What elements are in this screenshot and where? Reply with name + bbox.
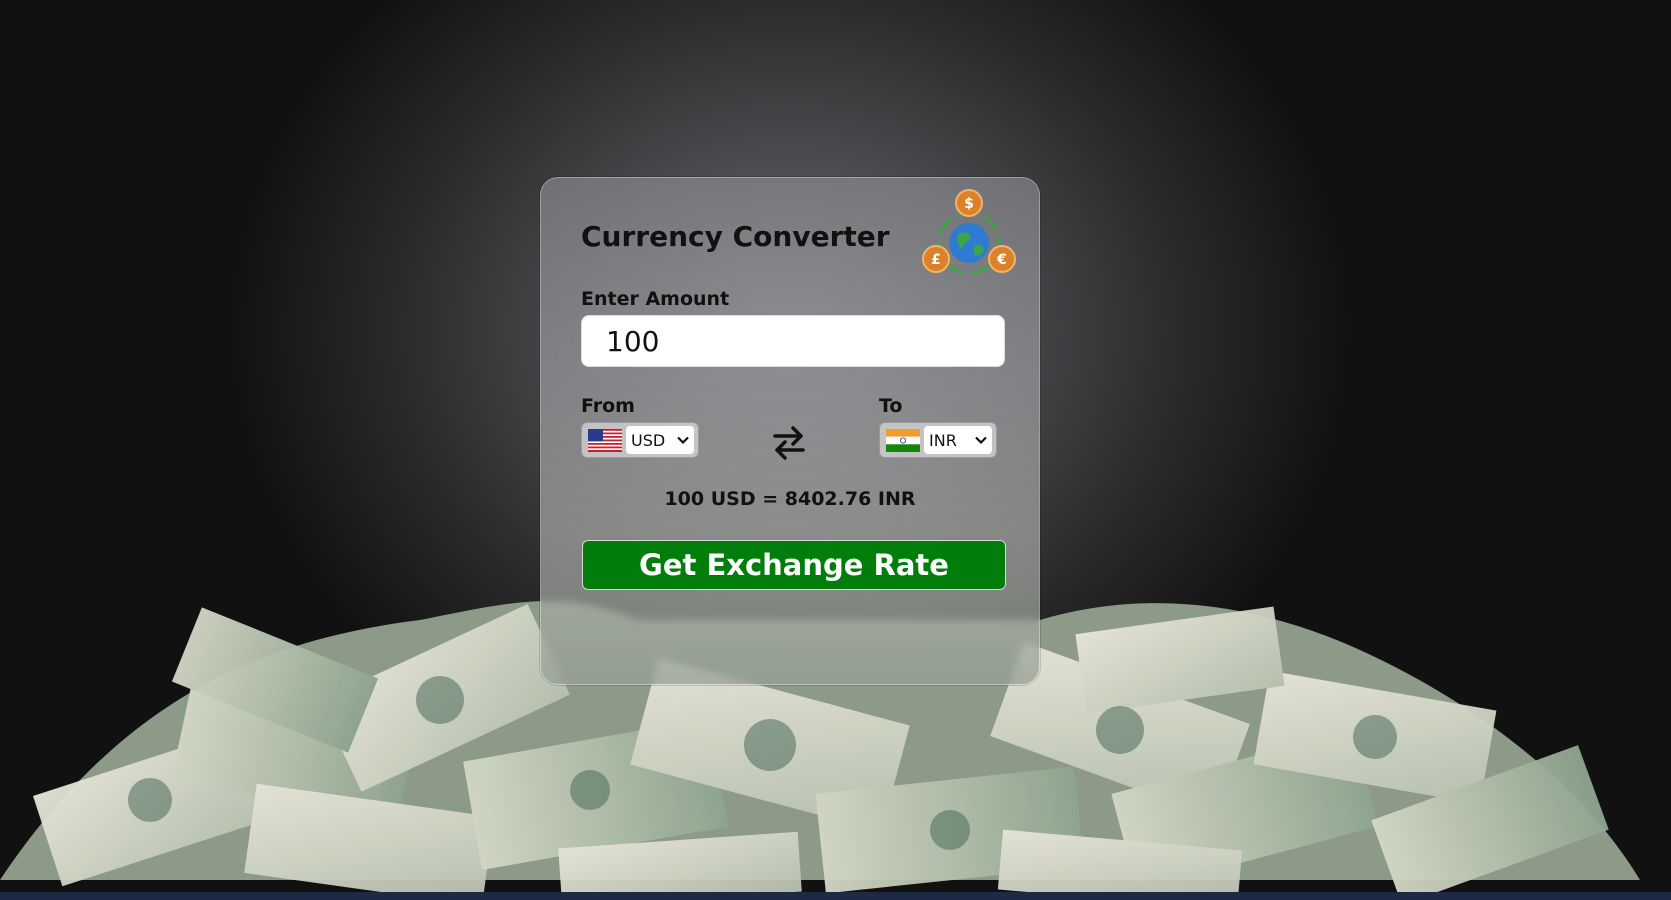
from-currency-value: USD (631, 430, 666, 450)
to-currency-select[interactable]: INR (879, 422, 997, 458)
page-title: Currency Converter (581, 220, 890, 253)
to-currency-dropdown[interactable]: INR (924, 426, 992, 454)
amount-label: Enter Amount (581, 288, 730, 310)
from-label: From (581, 395, 635, 417)
coin-dollar: $ (964, 196, 974, 212)
india-flag-icon (886, 428, 920, 452)
us-flag-icon (588, 428, 622, 452)
page-background: Currency Converter $ £ € Enter Amount Fr… (0, 0, 1671, 900)
converter-card: Currency Converter $ £ € Enter Amount Fr… (540, 177, 1040, 685)
to-label: To (879, 395, 903, 417)
to-currency-value: INR (929, 430, 957, 450)
chevron-down-icon (975, 436, 987, 445)
swap-arrows-icon[interactable] (771, 422, 807, 462)
coin-pound: £ (931, 252, 941, 268)
chevron-down-icon (677, 436, 689, 445)
from-currency-dropdown[interactable]: USD (626, 426, 694, 454)
exchange-result: 100 USD = 8402.76 INR (664, 488, 916, 510)
from-currency-select[interactable]: USD (581, 422, 699, 458)
amount-input[interactable] (581, 315, 1005, 367)
globe-currency-logo: $ £ € (922, 189, 1016, 275)
get-exchange-rate-button[interactable]: Get Exchange Rate (582, 540, 1006, 590)
coin-euro: € (996, 252, 1007, 268)
bottom-strip (0, 892, 1671, 900)
